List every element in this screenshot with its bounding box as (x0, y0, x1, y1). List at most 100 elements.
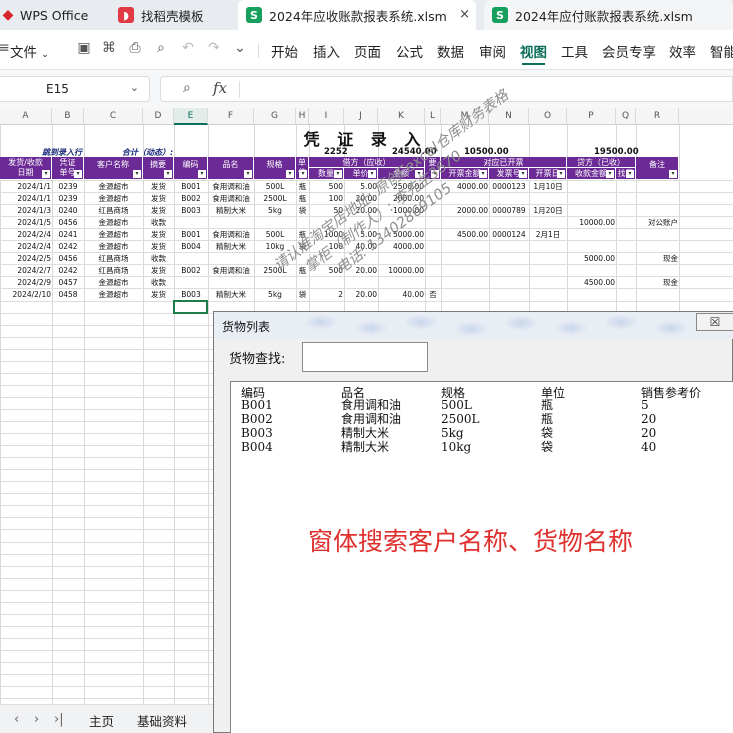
column-header-o[interactable]: O (529, 108, 567, 125)
table-cell[interactable]: 2024/1/3 (1, 205, 51, 217)
menu-data[interactable]: 数据 (437, 41, 464, 61)
print-icon[interactable]: ⎙ (127, 40, 143, 58)
column-header-h[interactable]: H (296, 108, 309, 125)
filter-dropdown-icon[interactable]: ▾ (133, 170, 141, 178)
column-header-i[interactable]: I (309, 108, 344, 125)
table-cell[interactable]: 2024/2/5 (1, 253, 51, 265)
selected-cell[interactable] (173, 300, 208, 314)
formula-input[interactable]: ⌕ fx (160, 76, 733, 102)
table-cell[interactable]: 0000789 (490, 205, 528, 217)
dialog-titlebar[interactable]: 货物列表 ☒ (214, 312, 733, 339)
table-cell[interactable]: 0239 (53, 193, 83, 205)
filter-dropdown-icon[interactable]: ▾ (368, 170, 376, 178)
table-cell[interactable]: 2024/2/4 (1, 229, 51, 241)
filter-dropdown-icon[interactable]: ▾ (286, 170, 294, 178)
column-header-k[interactable]: K (378, 108, 425, 125)
table-cell[interactable]: 食用调和油 (209, 229, 253, 241)
table-cell[interactable]: 食用调和油 (209, 265, 253, 277)
tab-receivable-workbook[interactable]: S 2024年应收账款报表系统.xlsm × (238, 0, 476, 30)
table-cell[interactable]: 10000.00 (568, 217, 615, 229)
menu-tools[interactable]: 工具 (561, 41, 588, 61)
table-cell[interactable]: 发货 (144, 229, 173, 241)
filter-dropdown-icon[interactable]: ▾ (198, 170, 206, 178)
table-cell[interactable]: 发货 (144, 193, 173, 205)
column-header-a[interactable]: A (0, 108, 52, 125)
table-cell[interactable]: 袋 (297, 205, 308, 217)
table-cell[interactable]: 金源超市 (85, 289, 142, 301)
redo-icon[interactable]: ↷ (206, 40, 222, 58)
column-header-g[interactable]: G (254, 108, 296, 125)
table-cell[interactable]: 1月20日 (530, 205, 566, 217)
table-cell[interactable]: 500L (255, 229, 295, 241)
table-cell[interactable]: 2500L (255, 193, 295, 205)
filter-dropdown-icon[interactable]: ▾ (244, 170, 252, 178)
table-cell[interactable]: 精制大米 (209, 241, 253, 253)
table-cell[interactable]: 金源超市 (85, 217, 142, 229)
table-cell[interactable]: 2000.00 (442, 205, 488, 217)
filter-dropdown-icon[interactable]: ▾ (626, 170, 634, 178)
column-header-r[interactable]: R (636, 108, 679, 125)
table-cell[interactable]: 食用调和油 (209, 181, 253, 193)
menu-insert[interactable]: 插入 (313, 41, 340, 61)
table-cell[interactable]: 发货 (144, 289, 173, 301)
table-cell[interactable]: 现金 (637, 277, 678, 289)
first-sheet-icon[interactable]: ‹ (14, 712, 19, 727)
filter-dropdown-icon[interactable]: ▾ (164, 170, 172, 178)
table-cell[interactable]: 0242 (53, 265, 83, 277)
table-cell[interactable]: 2024/2/10 (1, 289, 51, 301)
table-cell[interactable]: 发货 (144, 265, 173, 277)
table-cell[interactable]: 精制大米 (209, 205, 253, 217)
table-cell[interactable]: B002 (175, 265, 207, 277)
column-header-q[interactable]: Q (616, 108, 636, 125)
sheet-tab-home[interactable]: 主页 (89, 711, 114, 730)
table-cell[interactable]: 0456 (53, 217, 83, 229)
tab-wps-office[interactable]: ◆ WPS Office (0, 0, 100, 30)
save-icon[interactable]: ▣ (76, 40, 92, 58)
table-cell[interactable]: 红昌商场 (85, 205, 142, 217)
table-cell[interactable]: B004 (175, 241, 207, 253)
table-cell[interactable]: 0240 (53, 205, 83, 217)
prev-sheet-icon[interactable]: › (34, 712, 39, 727)
column-header-e[interactable]: E (174, 108, 208, 125)
table-cell[interactable]: 2024/1/1 (1, 181, 51, 193)
name-box[interactable]: E15 ⌄ (0, 76, 150, 102)
menu-start[interactable]: 开始 (271, 41, 298, 61)
column-header-j[interactable]: J (344, 108, 378, 125)
table-cell[interactable]: 对公账户 (637, 217, 678, 229)
table-cell[interactable]: 500L (255, 181, 295, 193)
column-header-b[interactable]: B (52, 108, 84, 125)
table-cell[interactable]: 现金 (637, 253, 678, 265)
table-cell[interactable]: 4500.00 (442, 229, 488, 241)
more-chevron-icon[interactable]: ⌄ (232, 40, 248, 58)
share-icon[interactable]: ⌘ (101, 40, 117, 58)
table-cell[interactable]: 2024/1/5 (1, 217, 51, 229)
last-sheet-icon[interactable]: ›| (54, 712, 64, 727)
menu-file[interactable]: 文件 ⌄ (10, 41, 49, 61)
sheet-tab-basic-data[interactable]: 基础资料 (137, 711, 187, 730)
search-icon[interactable]: ⌕ (183, 80, 191, 96)
filter-dropdown-icon[interactable]: ▾ (669, 170, 677, 178)
table-cell[interactable]: 金源超市 (85, 193, 142, 205)
table-cell[interactable]: 红昌商场 (85, 253, 142, 265)
table-cell[interactable]: 500 (310, 181, 343, 193)
table-cell[interactable]: 否 (426, 289, 440, 301)
table-cell[interactable]: 0239 (53, 181, 83, 193)
filter-dropdown-icon[interactable]: ▾ (74, 170, 82, 178)
table-cell[interactable]: 0456 (53, 253, 83, 265)
table-cell[interactable]: 瓶 (297, 181, 308, 193)
column-header-p[interactable]: P (567, 108, 616, 125)
table-cell[interactable]: 4500.00 (568, 277, 615, 289)
filter-dropdown-icon[interactable]: ▾ (334, 170, 342, 178)
table-cell[interactable]: 2024/2/9 (1, 277, 51, 289)
menu-formula[interactable]: 公式 (396, 41, 423, 61)
table-cell[interactable]: 20.00 (345, 289, 377, 301)
menu-page[interactable]: 页面 (354, 41, 381, 61)
table-cell[interactable]: 0241 (53, 229, 83, 241)
column-header-c[interactable]: C (84, 108, 143, 125)
table-cell[interactable]: 10000.00 (379, 265, 424, 277)
function-icon[interactable]: fx (213, 79, 227, 97)
table-cell[interactable]: 1月10日 (530, 181, 566, 193)
table-cell[interactable]: B003 (175, 205, 207, 217)
filter-dropdown-icon[interactable]: ▾ (557, 170, 565, 178)
tab-docer-templates[interactable]: ◗ 找稻壳模板 (110, 0, 230, 30)
